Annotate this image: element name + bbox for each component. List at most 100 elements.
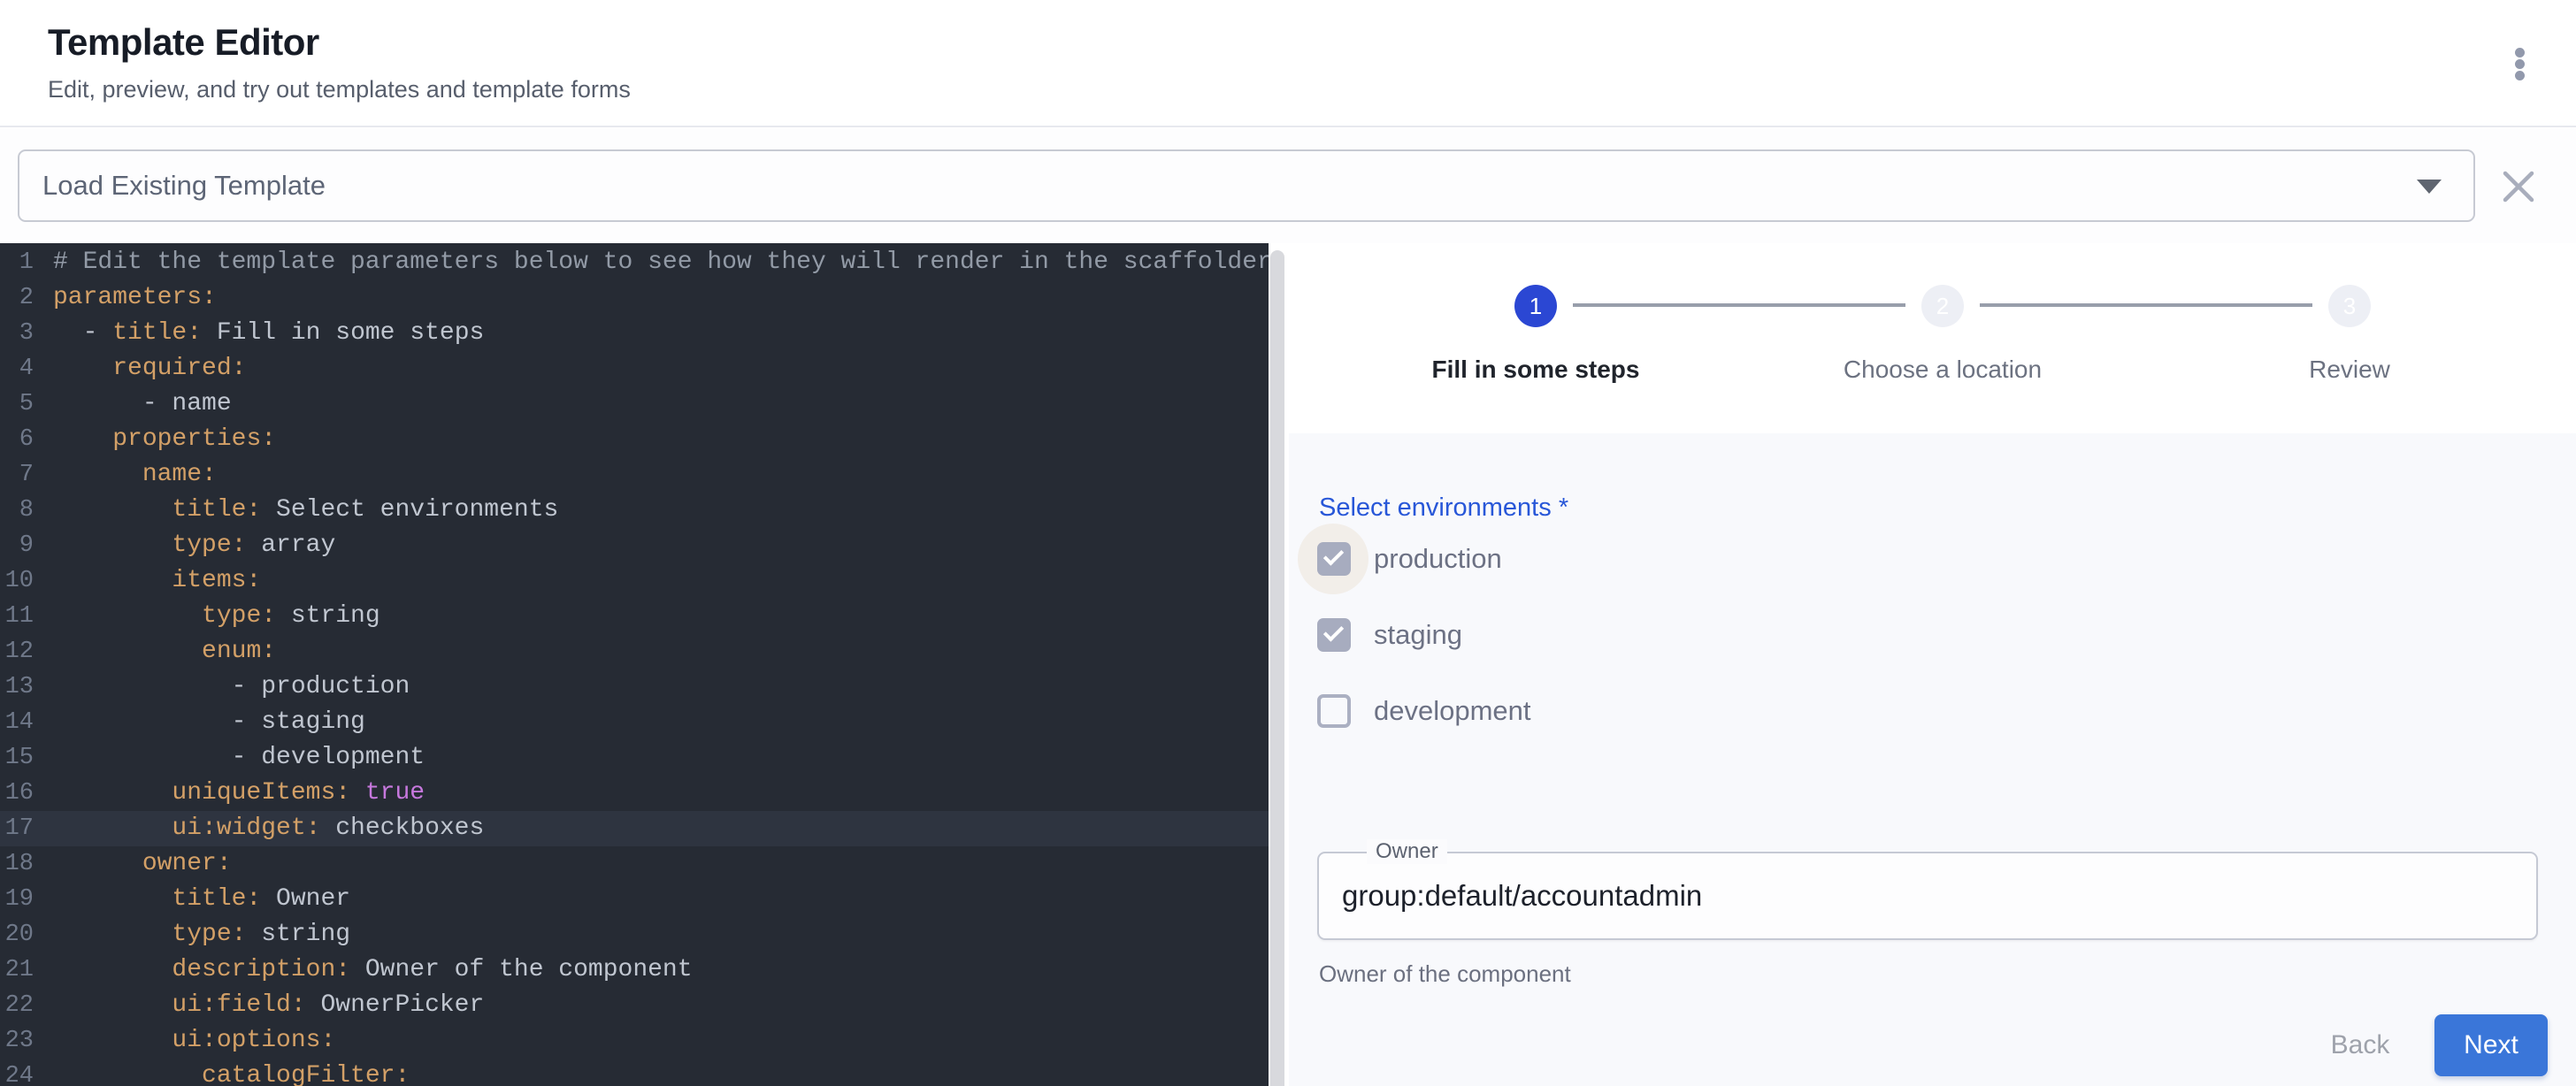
line-number: 9 bbox=[0, 528, 34, 563]
code-line[interactable]: 3 - title: Fill in some steps bbox=[0, 316, 1269, 351]
code-line[interactable]: 20 type: string bbox=[0, 917, 1269, 952]
page-header: Template Editor Edit, preview, and try o… bbox=[0, 0, 2576, 127]
code-line[interactable]: 9 type: array bbox=[0, 528, 1269, 563]
code-text: parameters: bbox=[53, 280, 217, 316]
line-number: 8 bbox=[0, 493, 34, 528]
code-text: title: Owner bbox=[53, 882, 350, 917]
code-text: properties: bbox=[53, 422, 276, 457]
code-text: # Edit the template parameters below to … bbox=[53, 245, 1269, 280]
code-text: owner: bbox=[53, 846, 232, 882]
code-text: type: string bbox=[53, 599, 380, 634]
close-icon bbox=[2498, 166, 2539, 207]
code-text: - staging bbox=[53, 705, 365, 740]
yaml-code-editor[interactable]: 1# Edit the template parameters below to… bbox=[0, 243, 1269, 1086]
step-connector bbox=[1573, 303, 1905, 307]
code-text: - development bbox=[53, 740, 425, 776]
code-text: ui:widget: checkboxes bbox=[53, 811, 484, 846]
code-text: catalogFilter: bbox=[53, 1059, 410, 1086]
line-number: 22 bbox=[0, 988, 34, 1023]
owner-field-value: group:default/accountadmin bbox=[1342, 853, 1702, 938]
more-vert-icon bbox=[2515, 48, 2525, 57]
code-text: type: array bbox=[53, 528, 335, 563]
line-number: 3 bbox=[0, 316, 34, 351]
line-number: 11 bbox=[0, 599, 34, 634]
owner-input[interactable]: Owner group:default/accountadmin bbox=[1317, 852, 2538, 940]
line-number: 23 bbox=[0, 1023, 34, 1059]
line-number: 20 bbox=[0, 917, 34, 952]
code-text: type: string bbox=[53, 917, 350, 952]
close-template-button[interactable] bbox=[2498, 166, 2539, 207]
environment-option-staging[interactable]: staging bbox=[1289, 600, 1908, 670]
next-button[interactable]: Next bbox=[2434, 1014, 2548, 1076]
code-text: items: bbox=[53, 563, 261, 599]
code-line[interactable]: 14 - staging bbox=[0, 705, 1269, 740]
code-text: title: Select environments bbox=[53, 493, 558, 528]
line-number: 24 bbox=[0, 1059, 34, 1086]
code-line[interactable]: 17 ui:widget: checkboxes bbox=[0, 811, 1269, 846]
code-text: ui:field: OwnerPicker bbox=[53, 988, 484, 1023]
code-line[interactable]: 15 - development bbox=[0, 740, 1269, 776]
code-line[interactable]: 8 title: Select environments bbox=[0, 493, 1269, 528]
line-number: 12 bbox=[0, 634, 34, 669]
required-asterisk: * bbox=[1559, 493, 1568, 522]
code-text: ui:options: bbox=[53, 1023, 335, 1059]
environment-option-production[interactable]: production bbox=[1289, 524, 1908, 594]
code-text: description: Owner of the component bbox=[53, 952, 693, 988]
code-line[interactable]: 13 - production bbox=[0, 669, 1269, 705]
code-text: - title: Fill in some steps bbox=[53, 316, 484, 351]
step-2-circle: 2 bbox=[1921, 285, 1964, 327]
code-line[interactable]: 16 uniqueItems: true bbox=[0, 776, 1269, 811]
code-line[interactable]: 21 description: Owner of the component bbox=[0, 952, 1269, 988]
line-number: 19 bbox=[0, 882, 34, 917]
code-line[interactable]: 10 items: bbox=[0, 563, 1269, 599]
code-line[interactable]: 11 type: string bbox=[0, 599, 1269, 634]
checkbox-checked[interactable] bbox=[1317, 618, 1351, 652]
code-text: uniqueItems: true bbox=[53, 776, 425, 811]
code-line[interactable]: 6 properties: bbox=[0, 422, 1269, 457]
environment-option-development[interactable]: development bbox=[1289, 676, 1908, 746]
line-number: 21 bbox=[0, 952, 34, 988]
line-number: 6 bbox=[0, 422, 34, 457]
pane-resize-handle[interactable] bbox=[1270, 250, 1284, 1086]
code-line[interactable]: 5 - name bbox=[0, 386, 1269, 422]
more-vert-icon bbox=[2515, 59, 2525, 69]
checkbox-checked[interactable] bbox=[1317, 542, 1351, 576]
step-connector bbox=[1980, 303, 2312, 307]
code-line[interactable]: 22 ui:field: OwnerPicker bbox=[0, 988, 1269, 1023]
checkbox-unchecked[interactable] bbox=[1317, 694, 1351, 728]
load-template-row: Load Existing Template bbox=[0, 129, 2576, 243]
environments-group-label: Select environments * bbox=[1319, 493, 1568, 523]
page-subtitle: Edit, preview, and try out templates and… bbox=[48, 76, 631, 103]
code-line[interactable]: 18 owner: bbox=[0, 846, 1269, 882]
more-options-button[interactable] bbox=[2495, 35, 2544, 92]
code-line[interactable]: 23 ui:options: bbox=[0, 1023, 1269, 1059]
code-line[interactable]: 24 catalogFilter: bbox=[0, 1059, 1269, 1086]
code-line[interactable]: 12 enum: bbox=[0, 634, 1269, 669]
code-line[interactable]: 2 parameters: bbox=[0, 280, 1269, 316]
line-number: 2 bbox=[0, 280, 34, 316]
template-form-panel: Select environments * productionstagingd… bbox=[1289, 433, 2576, 1086]
line-number: 4 bbox=[0, 351, 34, 386]
step-2-label: Choose a location bbox=[1766, 356, 2120, 384]
code-line[interactable]: 7 name: bbox=[0, 457, 1269, 493]
line-number: 15 bbox=[0, 740, 34, 776]
line-number: 7 bbox=[0, 457, 34, 493]
back-button[interactable]: Back bbox=[2307, 1014, 2413, 1076]
code-text: required: bbox=[53, 351, 246, 386]
code-text: enum: bbox=[53, 634, 276, 669]
line-number: 16 bbox=[0, 776, 34, 811]
code-line[interactable]: 19 title: Owner bbox=[0, 882, 1269, 917]
line-number: 14 bbox=[0, 705, 34, 740]
line-number: 5 bbox=[0, 386, 34, 422]
code-text: - production bbox=[53, 669, 410, 705]
chevron-down-icon bbox=[2417, 180, 2442, 194]
environment-option-label: staging bbox=[1374, 600, 1462, 670]
load-existing-template-select[interactable]: Load Existing Template bbox=[18, 149, 2475, 222]
code-line[interactable]: 1# Edit the template parameters below to… bbox=[0, 245, 1269, 280]
line-number: 17 bbox=[0, 811, 34, 846]
step-1-circle: 1 bbox=[1514, 285, 1557, 327]
code-line[interactable]: 4 required: bbox=[0, 351, 1269, 386]
environment-option-label: production bbox=[1374, 524, 1502, 594]
line-number: 13 bbox=[0, 669, 34, 705]
template-select-value: Load Existing Template bbox=[42, 151, 326, 220]
